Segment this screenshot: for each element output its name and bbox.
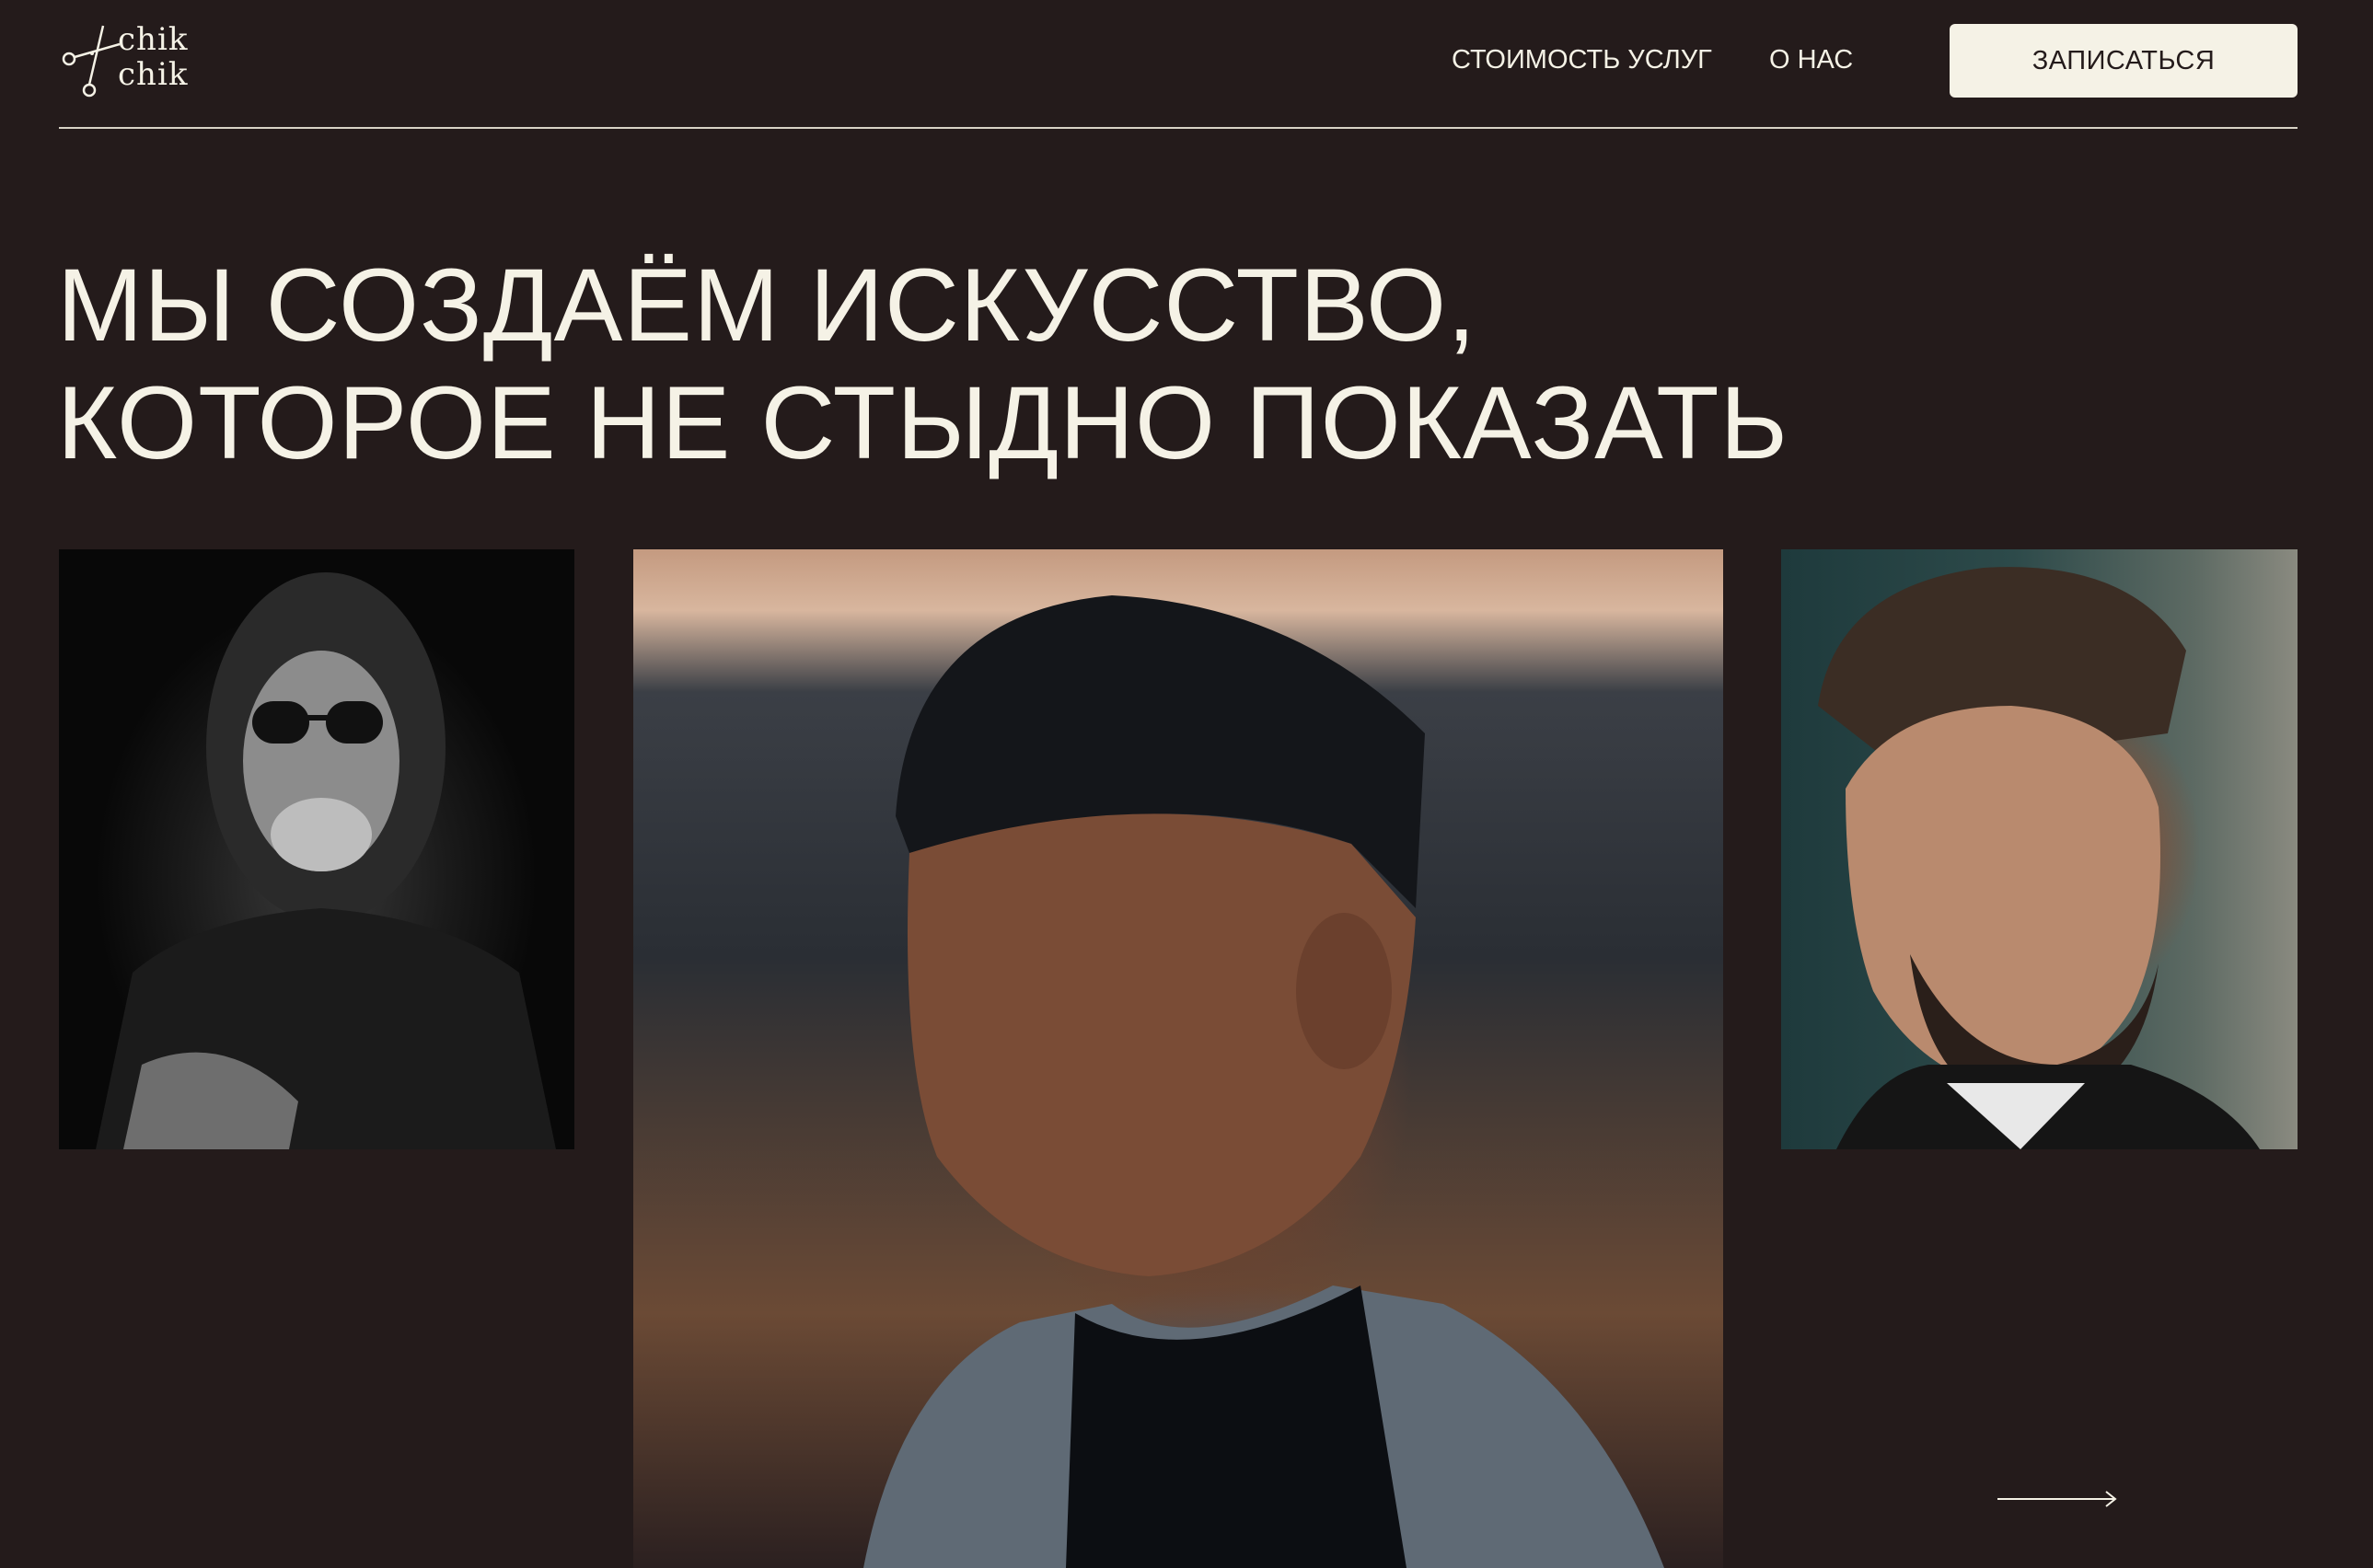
logo-text-line2: chik xyxy=(118,56,189,93)
portrait-illustration xyxy=(1818,567,2260,1149)
portrait-illustration xyxy=(863,595,1664,1568)
hero-title-line1: МЫ СОЗДАЁМ ИСКУССТВО, xyxy=(57,248,1477,363)
site-header: chik chik СТОИМОСТЬ УСЛУГ О НАС ЗАПИСАТЬ… xyxy=(59,0,2298,129)
logo[interactable]: chik chik xyxy=(59,22,197,99)
gallery-photo-center xyxy=(633,549,1723,1568)
portrait-illustration xyxy=(96,572,556,1149)
gallery-photo-right xyxy=(1781,549,2298,1149)
logo-text-line1: chik xyxy=(118,21,189,58)
hero-title-line2: КОТОРОЕ НЕ СТЫДНО ПОКАЗАТЬ xyxy=(57,365,1788,480)
nav-link-about[interactable]: О НАС xyxy=(1769,43,1853,76)
gallery-photo-left xyxy=(59,549,574,1149)
arrow-right-icon[interactable] xyxy=(1996,1485,2119,1513)
hero-title: МЫ СОЗДАЁМ ИСКУССТВО, КОТОРОЕ НЕ СТЫДНО … xyxy=(57,247,1788,482)
book-appointment-button[interactable]: ЗАПИСАТЬСЯ xyxy=(1950,24,2298,98)
scissors-icon xyxy=(62,25,121,98)
nav-link-prices[interactable]: СТОИМОСТЬ УСЛУГ xyxy=(1452,43,1712,76)
